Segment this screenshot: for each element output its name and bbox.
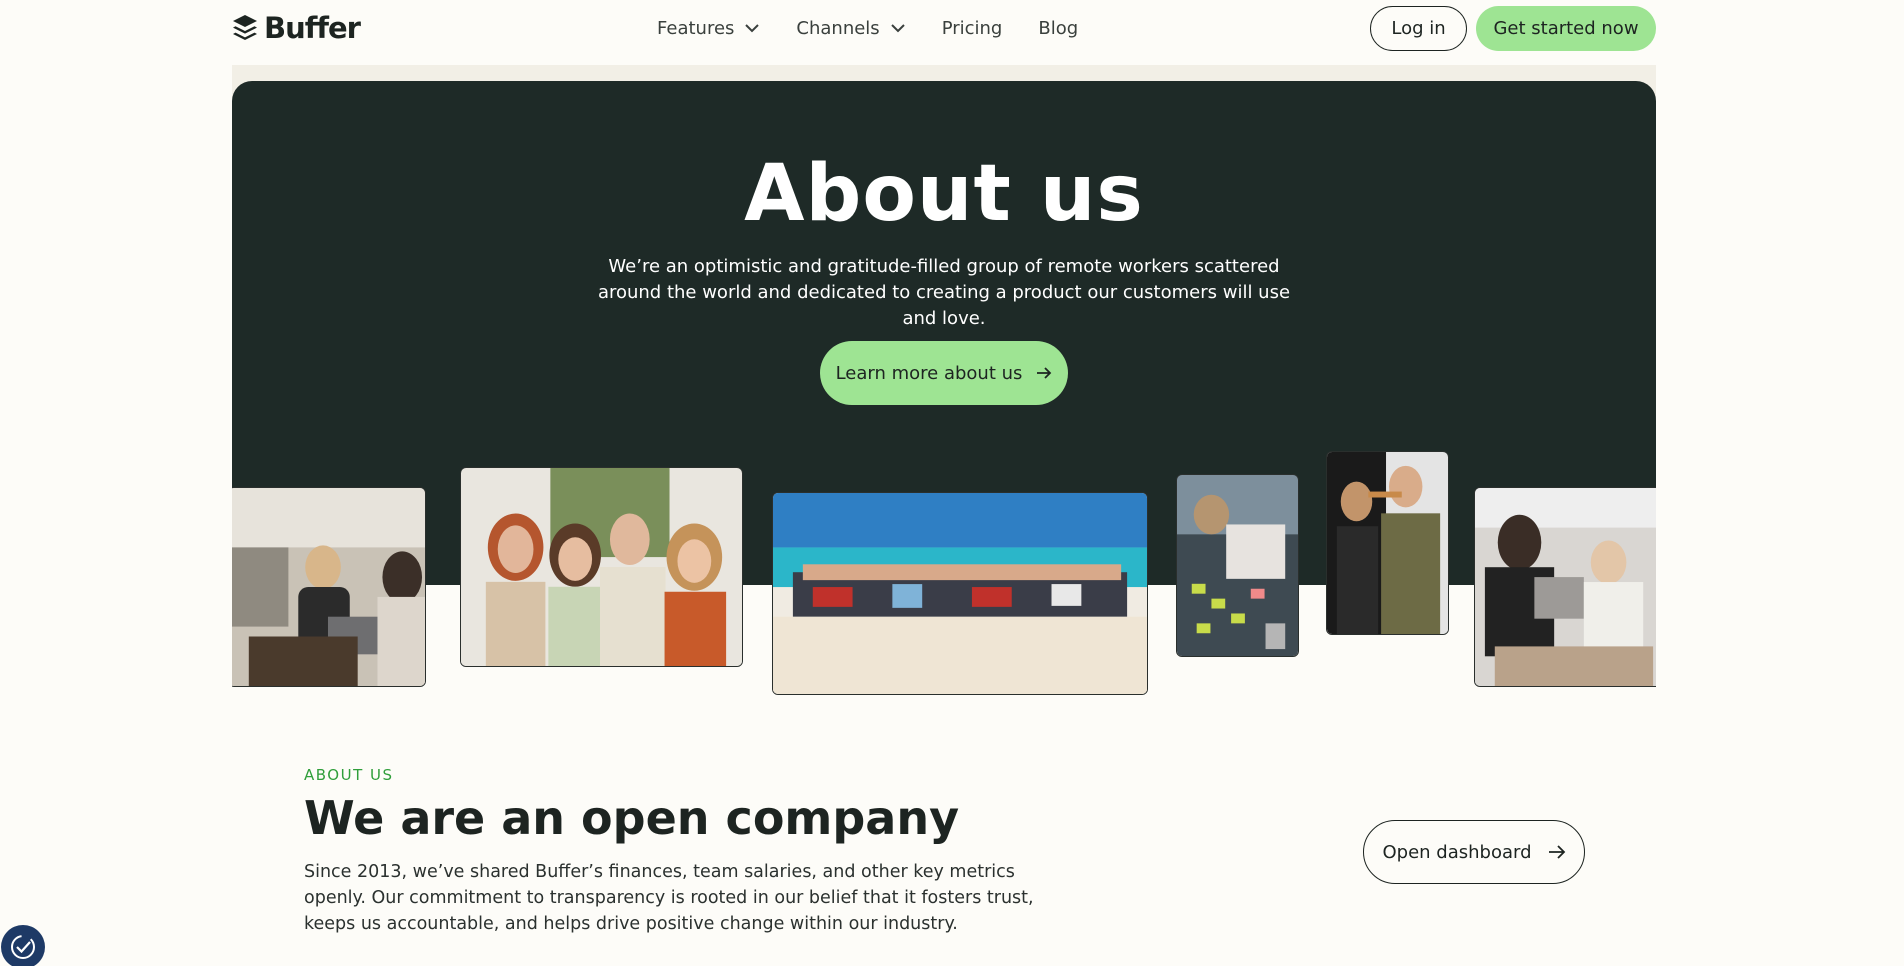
team-photo-workshop [1176,474,1299,657]
section-body: Since 2013, we’ve shared Buffer’s financ… [304,862,1034,934]
buffer-stack-icon [233,15,257,40]
team-photo-beach [772,492,1148,695]
team-photo-friends [460,467,743,667]
open-dashboard-button[interactable]: Open dashboard [1363,820,1585,884]
learn-more-label: Learn more about us [835,362,1023,384]
cookie-consent-icon [11,935,35,959]
chevron-down-icon [745,24,760,33]
nav-item-label: Channels [796,17,880,39]
section-eyebrow: ABOUT US [304,766,394,784]
arrow-right-icon [1548,845,1565,859]
arrow-right-icon [1037,367,1052,379]
nav-item-pricing[interactable]: Pricing [942,18,1003,39]
team-photo-celebration [1326,451,1449,635]
cookie-consent-button[interactable] [1,925,45,966]
site-header: Buffer Features Channels Pricing Blog Lo… [0,0,1904,65]
nav-item-channels[interactable]: Channels [796,18,905,39]
buffer-logo[interactable]: Buffer [232,11,361,45]
team-photo-laptop [1474,487,1656,687]
page-title: About us [744,149,1144,239]
nav-item-label: Blog [1038,17,1079,39]
main-nav: Features Channels Pricing Blog [657,14,1114,42]
learn-more-button[interactable]: Learn more about us [820,341,1068,405]
open-dashboard-label: Open dashboard [1382,841,1532,863]
hero-subtitle: We’re an optimistic and gratitude-filled… [597,256,1291,329]
nav-item-features[interactable]: Features [657,18,760,39]
login-button[interactable]: Log in [1370,6,1467,51]
section-title: We are an open company [304,791,960,845]
logo-text: Buffer [264,11,361,45]
nav-item-label: Features [657,17,735,39]
nav-item-label: Pricing [941,17,1003,39]
nav-item-blog[interactable]: Blog [1038,18,1078,39]
team-photo-strip [232,440,1656,700]
get-started-button[interactable]: Get started now [1476,6,1656,51]
chevron-down-icon [890,24,905,33]
team-photo-cafe [232,487,426,687]
